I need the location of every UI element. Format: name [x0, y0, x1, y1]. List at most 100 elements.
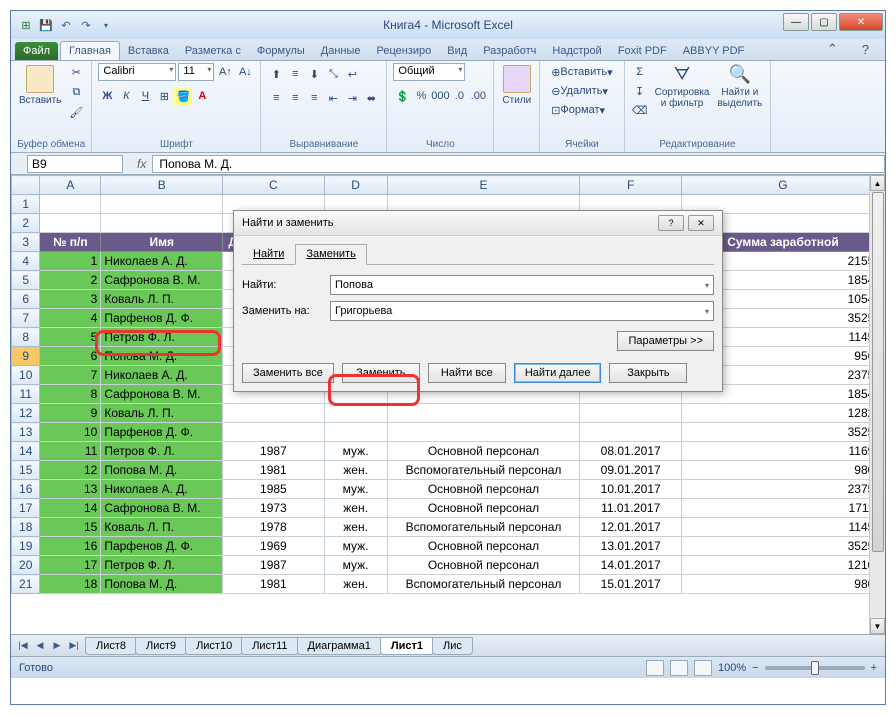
select-all-button[interactable]	[12, 176, 40, 195]
grow-font-icon[interactable]: A↑	[216, 63, 234, 81]
tab-nav-next-icon[interactable]: ▶	[49, 638, 65, 654]
border-icon[interactable]: ⊞	[155, 87, 173, 105]
fx-icon[interactable]: fx	[137, 157, 146, 171]
find-all-button[interactable]: Найти все	[428, 363, 506, 383]
col-header[interactable]: D	[324, 176, 387, 195]
ribbon-tab-addins[interactable]: Надстрой	[544, 42, 609, 60]
shrink-font-icon[interactable]: A↓	[236, 63, 254, 81]
dec-decimal-icon[interactable]: .00	[469, 87, 487, 105]
find-next-button[interactable]: Найти далее	[514, 363, 602, 383]
clear-icon[interactable]: ⌫	[631, 101, 649, 119]
replace-button[interactable]: Заменить	[342, 363, 420, 383]
scroll-up-icon[interactable]: ▲	[870, 175, 885, 191]
ribbon-tab-insert[interactable]: Вставка	[120, 42, 177, 60]
row-header[interactable]: 8	[12, 328, 40, 347]
bold-button[interactable]: Ж	[98, 87, 116, 105]
comma-icon[interactable]: 000	[431, 87, 449, 105]
table-row[interactable]: 1815Коваль Л. П.1978жен.Вспомогательный …	[12, 518, 885, 537]
header-cell[interactable]: № п/п	[40, 233, 101, 252]
cut-icon[interactable]: ✂	[67, 63, 85, 81]
font-size-combo[interactable]: 11	[178, 63, 214, 81]
replace-all-button[interactable]: Заменить все	[242, 363, 334, 383]
sheet-tab[interactable]: Лист8	[85, 637, 137, 655]
row-header[interactable]: 4	[12, 252, 40, 271]
row-header[interactable]: 17	[12, 499, 40, 518]
view-break-icon[interactable]	[694, 660, 712, 676]
styles-button[interactable]: Стили	[500, 63, 533, 108]
row-header[interactable]: 16	[12, 480, 40, 499]
insert-cells-button[interactable]: ⊕ Вставить ▾	[546, 63, 617, 81]
font-color-icon[interactable]: A	[193, 87, 211, 105]
currency-icon[interactable]: 💲	[393, 87, 411, 105]
indent-dec-icon[interactable]: ⇤	[324, 89, 342, 107]
zoom-thumb[interactable]	[811, 661, 819, 675]
table-row[interactable]: 1310Парфенов Д. Ф.35254	[12, 423, 885, 442]
tab-nav-first-icon[interactable]: |◀	[15, 638, 31, 654]
tab-replace[interactable]: Заменить	[295, 244, 366, 265]
col-header[interactable]: B	[101, 176, 223, 195]
align-middle-icon[interactable]: ≡	[286, 65, 304, 83]
row-header[interactable]: 6	[12, 290, 40, 309]
replace-input[interactable]: Григорьева	[330, 301, 714, 321]
formula-input[interactable]: Попова М. Д.	[152, 155, 885, 173]
header-cell[interactable]: Имя	[101, 233, 223, 252]
font-name-combo[interactable]: Calibri	[98, 63, 176, 81]
sort-filter-button[interactable]: ᗊ Сортировка и фильтр	[653, 63, 712, 111]
col-header[interactable]: E	[387, 176, 580, 195]
row-header[interactable]: 21	[12, 575, 40, 594]
view-layout-icon[interactable]	[670, 660, 688, 676]
table-row[interactable]: 1613Николаев А. Д.1985муж.Основной персо…	[12, 480, 885, 499]
table-row[interactable]: 2017Петров Ф. Л.1987муж.Основной персона…	[12, 556, 885, 575]
col-header[interactable]: A	[40, 176, 101, 195]
qat-dropdown-icon[interactable]: ▾	[97, 16, 115, 34]
undo-icon[interactable]: ↶	[57, 16, 75, 34]
sheet-tab[interactable]: Лис	[432, 637, 473, 655]
ribbon-tab-data[interactable]: Данные	[313, 42, 369, 60]
row-header[interactable]: 13	[12, 423, 40, 442]
row-header[interactable]: 7	[12, 309, 40, 328]
table-row[interactable]: 1714Сафронова В. М.1973жен.Основной перс…	[12, 499, 885, 518]
zoom-in-icon[interactable]: +	[871, 662, 877, 674]
format-cells-button[interactable]: ⊡ Формат ▾	[546, 101, 610, 119]
col-header[interactable]: F	[580, 176, 682, 195]
wrap-text-icon[interactable]: ↩	[343, 65, 361, 83]
table-row[interactable]: 1916Парфенов Д. Ф.1969муж.Основной персо…	[12, 537, 885, 556]
zoom-slider[interactable]	[765, 666, 865, 670]
name-box[interactable]: B9	[27, 155, 123, 173]
file-tab[interactable]: Файл	[15, 42, 58, 60]
fill-icon[interactable]: ↧	[631, 82, 649, 100]
align-top-icon[interactable]: ⬆	[267, 65, 285, 83]
options-button[interactable]: Параметры >>	[617, 331, 714, 351]
save-icon[interactable]: 💾	[37, 16, 55, 34]
row-header[interactable]: 10	[12, 366, 40, 385]
italic-button[interactable]: К	[117, 87, 135, 105]
ribbon-tab-layout[interactable]: Разметка с	[177, 42, 249, 60]
ribbon-minimize-icon[interactable]: ⌃	[819, 38, 846, 60]
row-header[interactable]: 14	[12, 442, 40, 461]
tab-nav-prev-icon[interactable]: ◀	[32, 638, 48, 654]
dialog-titlebar[interactable]: Найти и заменить ? ✕	[234, 211, 722, 236]
fill-color-icon[interactable]: 🪣	[174, 87, 192, 105]
close-dialog-button[interactable]: Закрыть	[609, 363, 687, 383]
sheet-tab[interactable]: Лист9	[135, 637, 187, 655]
close-button[interactable]: ✕	[839, 13, 883, 31]
help-icon[interactable]: ?	[854, 39, 877, 60]
sheet-tab[interactable]: Лист10	[185, 637, 243, 655]
align-center-icon[interactable]: ≡	[286, 89, 304, 107]
row-header[interactable]: 19	[12, 537, 40, 556]
table-row[interactable]: 129Коваль Л. П.12821	[12, 404, 885, 423]
ribbon-tab-abbyy[interactable]: ABBYY PDF	[675, 42, 753, 60]
delete-cells-button[interactable]: ⊖ Удалить ▾	[546, 82, 613, 100]
sheet-tab[interactable]: Лист11	[241, 637, 298, 655]
ribbon-tab-home[interactable]: Главная	[60, 41, 120, 60]
row-header[interactable]: 18	[12, 518, 40, 537]
copy-icon[interactable]: ⧉	[67, 83, 85, 101]
row-header[interactable]: 5	[12, 271, 40, 290]
redo-icon[interactable]: ↷	[77, 16, 95, 34]
merge-icon[interactable]: ⬌	[362, 89, 380, 107]
autosum-icon[interactable]: Σ	[631, 63, 649, 81]
zoom-out-icon[interactable]: −	[752, 662, 758, 674]
ribbon-tab-review[interactable]: Рецензиро	[369, 42, 440, 60]
inc-decimal-icon[interactable]: .0	[450, 87, 468, 105]
find-input[interactable]: Попова	[330, 275, 714, 295]
